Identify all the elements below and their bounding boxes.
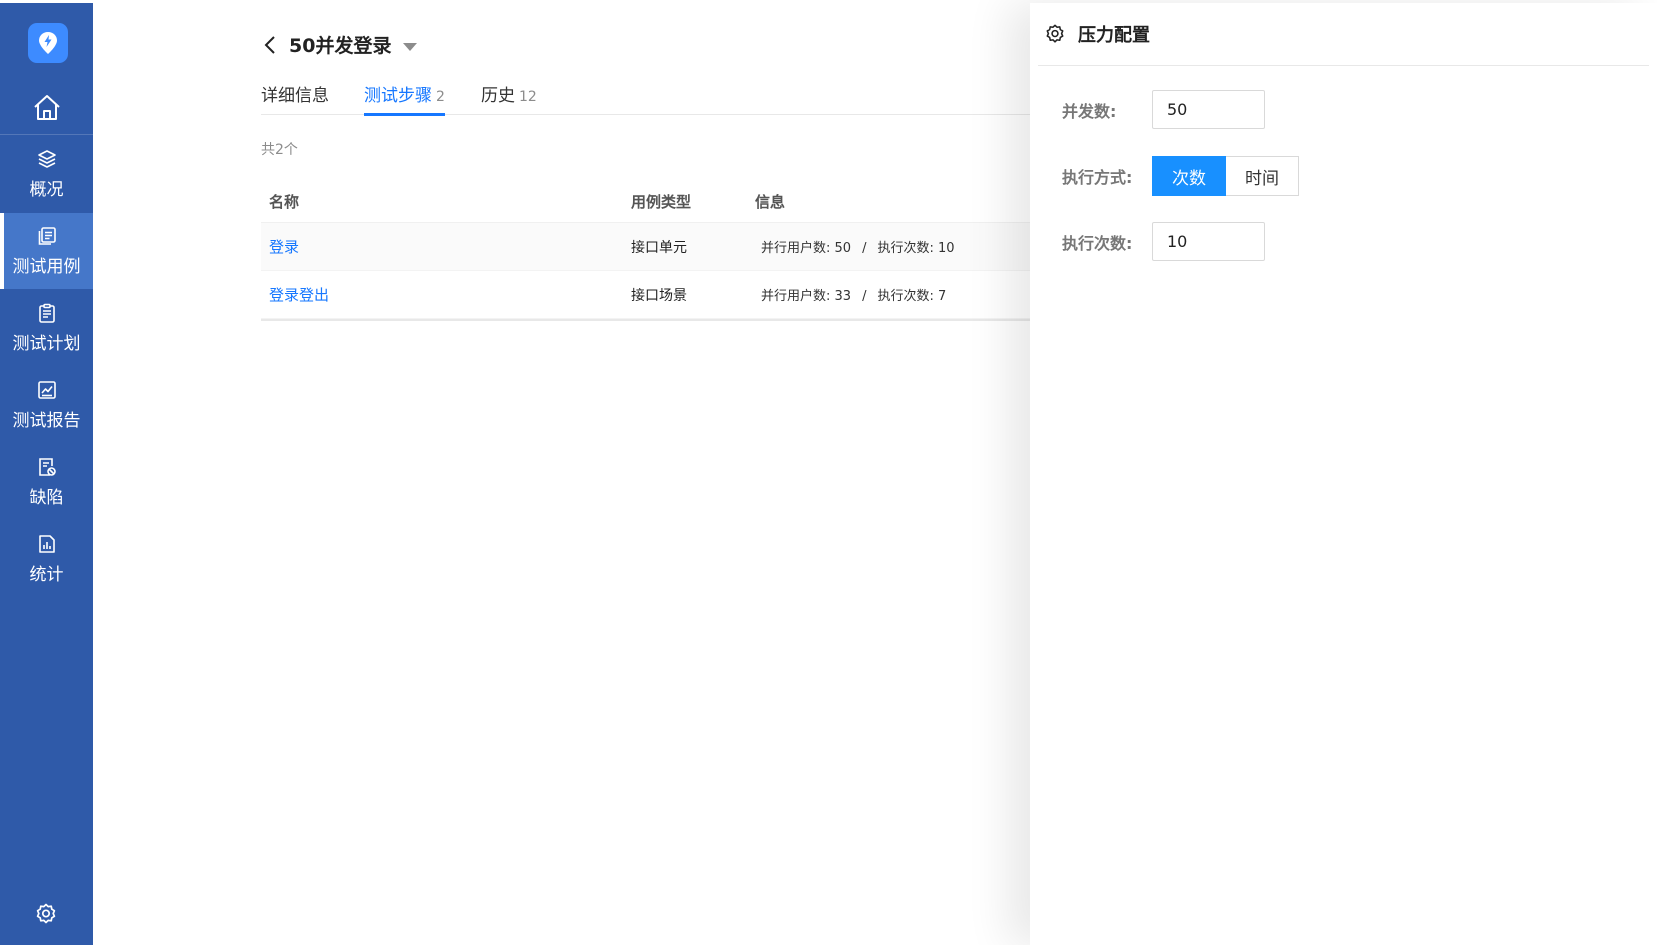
sidebar: 概况 测试用例 测试计划 测试报告 缺陷 统计 [0, 3, 93, 945]
execution-mode-label: 执行方式: [1062, 168, 1133, 187]
column-header-name: 名称 [269, 193, 300, 211]
sidebar-item-test-report[interactable]: 测试报告 [0, 367, 93, 443]
info-users: 并行用户数: 33 [761, 289, 852, 304]
mode-option-time[interactable]: 时间 [1226, 156, 1299, 196]
home-icon [33, 94, 60, 120]
defect-icon [38, 457, 56, 476]
tab-count: 2 [436, 89, 445, 105]
info-runs: 执行次数: 10 [877, 241, 955, 256]
concurrency-label: 并发数: [1062, 101, 1117, 121]
back-button[interactable] [259, 34, 281, 56]
info-users: 并行用户数: 50 [761, 241, 852, 256]
report-chart-icon [37, 380, 56, 399]
sidebar-item-statistics[interactable]: 统计 [0, 521, 93, 597]
run-count-row: 执行次数: 10 [1062, 222, 1265, 261]
statistics-icon [38, 534, 55, 553]
page-header: 50并发登录 [259, 31, 418, 58]
sidebar-item-label: 概况 [29, 179, 64, 200]
tab-label: 详细信息 [261, 86, 329, 106]
info-separator: / [862, 289, 867, 304]
sidebar-item-overview[interactable]: 概况 [0, 136, 93, 212]
gear-icon [1046, 24, 1064, 43]
info-separator: / [862, 241, 867, 256]
execution-mode-row: 执行方式: 次数 时间 [1062, 156, 1299, 196]
mode-option-count[interactable]: 次数 [1152, 156, 1226, 196]
tab-label: 历史 [481, 86, 515, 106]
sidebar-item-label: 测试计划 [12, 333, 81, 354]
execution-mode-toggle: 次数 时间 [1152, 156, 1299, 196]
app-logo[interactable] [28, 23, 68, 63]
page-title: 50并发登录 [289, 35, 392, 57]
tab-bar: 详细信息 测试步骤 2 历史 12 [261, 81, 1121, 116]
home-button[interactable] [0, 81, 93, 135]
tab-count: 12 [519, 89, 537, 105]
sidebar-item-defects[interactable]: 缺陷 [0, 444, 93, 520]
tab-details[interactable]: 详细信息 [261, 81, 329, 115]
tab-test-steps[interactable]: 测试步骤 2 [364, 81, 445, 116]
concurrency-row: 并发数: 50 [1062, 90, 1265, 129]
logo-icon [39, 32, 57, 54]
sidebar-item-label: 测试报告 [12, 410, 81, 431]
chevron-left-icon [264, 35, 275, 54]
settings-button[interactable] [30, 898, 62, 930]
layers-icon [37, 149, 56, 168]
sidebar-item-label: 测试用例 [12, 256, 81, 277]
gear-icon [36, 903, 56, 924]
pressure-config-drawer: 压力配置 并发数: 50 执行方式: 次数 时间 执行次数: 10 [1030, 3, 1657, 945]
tab-label: 测试步骤 [364, 86, 432, 106]
drawer-title: 压力配置 [1078, 25, 1150, 46]
title-dropdown-icon[interactable] [403, 42, 418, 51]
info-runs: 执行次数: 7 [877, 289, 947, 304]
table-body: 登录 接口单元 并行用户数: 50 / 执行次数: 10 登录登出 接口场景 并行用… [261, 223, 1121, 321]
table-row[interactable]: 登录登出 接口场景 并行用户数: 33 / 执行次数: 7 [261, 271, 1121, 319]
case-type: 接口场景 [631, 287, 687, 304]
sidebar-item-label: 统计 [29, 564, 64, 585]
table-header: 名称 用例类型 信息 [261, 181, 1121, 223]
drawer-header: 压力配置 [1038, 3, 1649, 66]
test-case-icon [38, 226, 56, 245]
case-type: 接口单元 [631, 239, 687, 256]
run-count-input[interactable]: 10 [1152, 222, 1265, 261]
steps-table: 名称 用例类型 信息 登录 接口单元 并行用户数: 50 / 执行次数: 10 登录… [261, 181, 1121, 321]
total-count: 共2个 [261, 142, 298, 158]
run-count-label: 执行次数: [1062, 233, 1133, 253]
concurrency-input[interactable]: 50 [1152, 90, 1265, 129]
table-row[interactable]: 登录 接口单元 并行用户数: 50 / 执行次数: 10 [261, 223, 1121, 271]
column-header-type: 用例类型 [631, 193, 692, 211]
case-name-link[interactable]: 登录登出 [269, 286, 329, 304]
tab-history[interactable]: 历史 12 [481, 81, 537, 115]
case-name-link[interactable]: 登录 [269, 238, 299, 256]
sidebar-item-test-plan[interactable]: 测试计划 [0, 290, 93, 366]
sidebar-item-label: 缺陷 [29, 487, 64, 508]
sidebar-item-test-cases[interactable]: 测试用例 [0, 213, 93, 289]
clipboard-icon [38, 303, 55, 323]
